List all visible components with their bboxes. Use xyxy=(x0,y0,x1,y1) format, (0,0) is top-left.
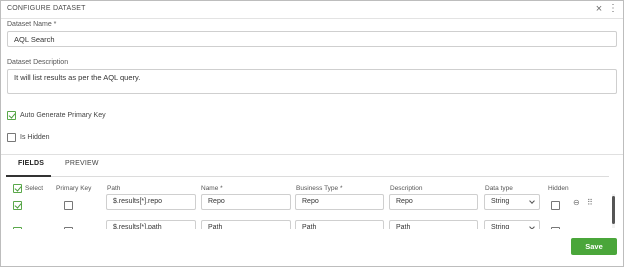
grid-scrollbar[interactable] xyxy=(612,196,615,224)
chevron-down-icon xyxy=(529,198,535,204)
row-hidden-checkbox[interactable] xyxy=(551,201,560,210)
row-select-checkbox[interactable] xyxy=(13,201,22,210)
remove-circle-icon[interactable]: ⊖ xyxy=(573,199,580,207)
row-select-checkbox[interactable] xyxy=(13,227,22,229)
auto-generate-pk-label: Auto Generate Primary Key xyxy=(20,112,106,119)
is-hidden-checkbox[interactable] xyxy=(7,133,16,142)
dataset-name-label: Dataset Name * xyxy=(7,21,57,28)
row-name-input[interactable]: Repo xyxy=(201,194,291,210)
dialog-title: CONFIGURE DATASET xyxy=(7,5,86,12)
row-primary-key-checkbox[interactable] xyxy=(64,227,73,229)
section-divider xyxy=(1,154,623,155)
row-data-type-select[interactable]: String xyxy=(484,220,540,229)
row-hidden-checkbox[interactable] xyxy=(551,227,560,229)
row-business-type-input[interactable]: Path xyxy=(295,220,384,229)
chevron-down-icon xyxy=(529,224,535,229)
configure-dataset-dialog: CONFIGURE DATASET × ⋮ Dataset Name * Dat… xyxy=(0,0,624,267)
save-button[interactable]: Save xyxy=(571,238,617,255)
row-business-type-input[interactable]: Repo xyxy=(295,194,384,210)
row-description-input[interactable]: Repo xyxy=(389,194,478,210)
is-hidden-label: Is Hidden xyxy=(20,134,50,141)
row-primary-key-checkbox[interactable] xyxy=(64,201,73,210)
more-vertical-icon[interactable]: ⋮ xyxy=(608,3,618,15)
tab-fields[interactable]: FIELDS xyxy=(18,160,44,167)
fields-grid: $.results[*].repo Repo Repo Repo String … xyxy=(6,177,609,229)
close-icon[interactable]: × xyxy=(593,3,605,15)
dataset-description-label: Dataset Description xyxy=(7,59,69,66)
row-path-cell[interactable]: $.results[*].path xyxy=(106,220,196,229)
row-name-input[interactable]: Path xyxy=(201,220,291,229)
auto-generate-pk-checkbox[interactable] xyxy=(7,111,16,120)
dataset-description-textarea[interactable]: It will list results as per the AQL quer… xyxy=(7,69,617,94)
dataset-name-input[interactable] xyxy=(7,31,617,47)
drag-handle-icon[interactable]: ⠿ xyxy=(587,199,593,207)
dialog-titlebar: CONFIGURE DATASET × ⋮ xyxy=(1,1,623,19)
row-path-cell[interactable]: $.results[*].repo xyxy=(106,194,196,210)
row-data-type-select[interactable]: String xyxy=(484,194,540,210)
row-data-type-value: String xyxy=(491,198,510,205)
row-data-type-value: String xyxy=(491,224,510,229)
row-description-input[interactable]: Path xyxy=(389,220,478,229)
tab-preview[interactable]: PREVIEW xyxy=(65,160,99,167)
